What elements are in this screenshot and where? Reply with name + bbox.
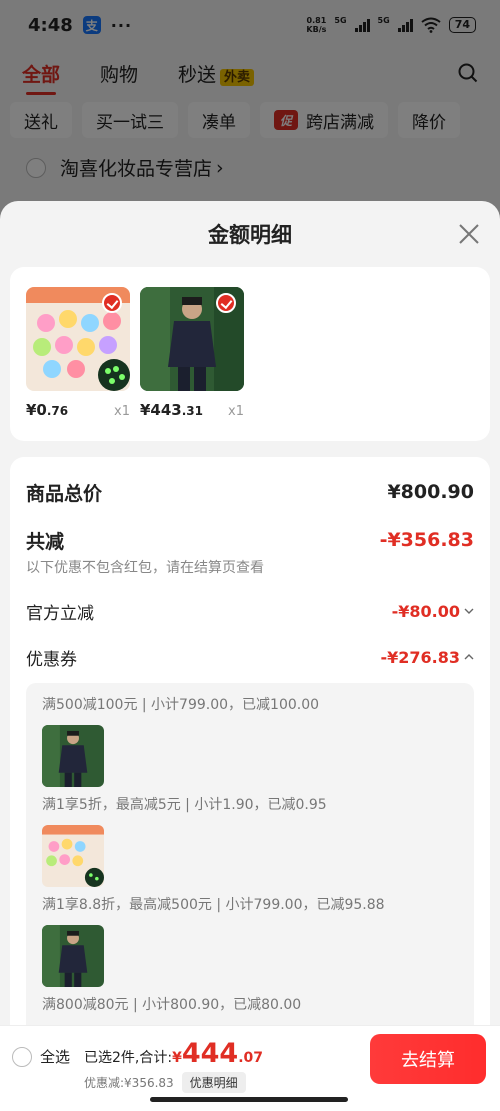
product-item[interactable]: ¥0.76 x1 [26,287,130,421]
selected-count: 已选2件,合计: [84,1050,173,1066]
coupon-label: 优惠券 [26,649,77,670]
total-value: ¥800.90 [387,481,474,503]
total-summary: 已选2件,合计: ¥ 444 .07 优惠减:¥356.83 优惠明细 [84,1040,263,1093]
coupon-product-candy [42,825,104,887]
coupon-line: 满1享5折，最高减5元 | 小计1.90，已减0.95 [42,797,327,813]
reduce-hint: 以下优惠不包含红包，请在结算页查看 [26,560,264,576]
discount-amount: 优惠减:¥356.83 [84,1076,174,1090]
product-price: ¥0.76 x1 [26,401,130,419]
chevron-up-icon[interactable] [464,654,474,660]
sheet-title: 金额明细 [0,201,500,267]
coupon-product-jacket [42,725,104,787]
product-qty: x1 [228,404,244,419]
coupon-product-jacket [42,925,104,987]
product-price: ¥443.31 x1 [140,401,244,419]
select-all[interactable]: 全选 [12,1046,70,1067]
total-amount: 444 [181,1038,239,1069]
radio-icon[interactable] [12,1046,32,1067]
product-qty: x1 [114,404,130,419]
total-cents: .07 [238,1050,264,1066]
product-image-candy [26,287,130,391]
chevron-down-icon[interactable] [464,608,474,614]
official-value: -¥80.00 [391,601,460,621]
price-detail-card: 商品总价 ¥800.90 共减 -¥356.83 以下优惠不包含红包，请在结算页… [10,457,490,1057]
official-label: 官方立减 [26,603,94,624]
close-icon[interactable] [458,223,480,245]
checkout-button[interactable]: 去结算 [370,1034,486,1084]
coupon-detail-box: 满500减100元 | 小计799.00，已减100.00 满1享5折，最高减5… [26,683,474,1057]
currency-symbol: ¥ [172,1050,182,1066]
reduce-row: 共减 -¥356.83 [26,525,474,555]
product-image-jacket [140,287,244,391]
select-all-label: 全选 [40,1048,71,1066]
reduce-value: -¥356.83 [379,529,474,551]
discount-detail-button[interactable]: 优惠明细 [181,1072,246,1093]
reduce-label: 共减 [26,530,65,553]
coupon-row[interactable]: 优惠券 -¥276.83 [26,645,474,670]
product-item[interactable]: ¥443.31 x1 [140,287,244,421]
coupon-line: 满1享8.8折，最高减500元 | 小计799.00，已减95.88 [42,897,385,913]
coupon-line: 满800减80元 | 小计800.90，已减80.00 [42,997,302,1013]
official-discount-row[interactable]: 官方立减 -¥80.00 [26,599,474,624]
total-label: 商品总价 [26,482,103,505]
product-list: ¥0.76 x1 ¥443.31 x1 [10,267,490,441]
coupon-line: 满500减100元 | 小计799.00，已减100.00 [42,697,320,713]
total-row: 商品总价 ¥800.90 [26,477,474,507]
home-indicator [150,1097,348,1102]
check-icon[interactable] [216,293,236,313]
check-icon[interactable] [102,293,122,313]
amount-detail-sheet: 金额明细 ¥0.76 x1 ¥443 .31 x1 商品总价 ¥800.90 共… [0,201,500,1111]
coupon-value: -¥276.83 [380,647,460,667]
